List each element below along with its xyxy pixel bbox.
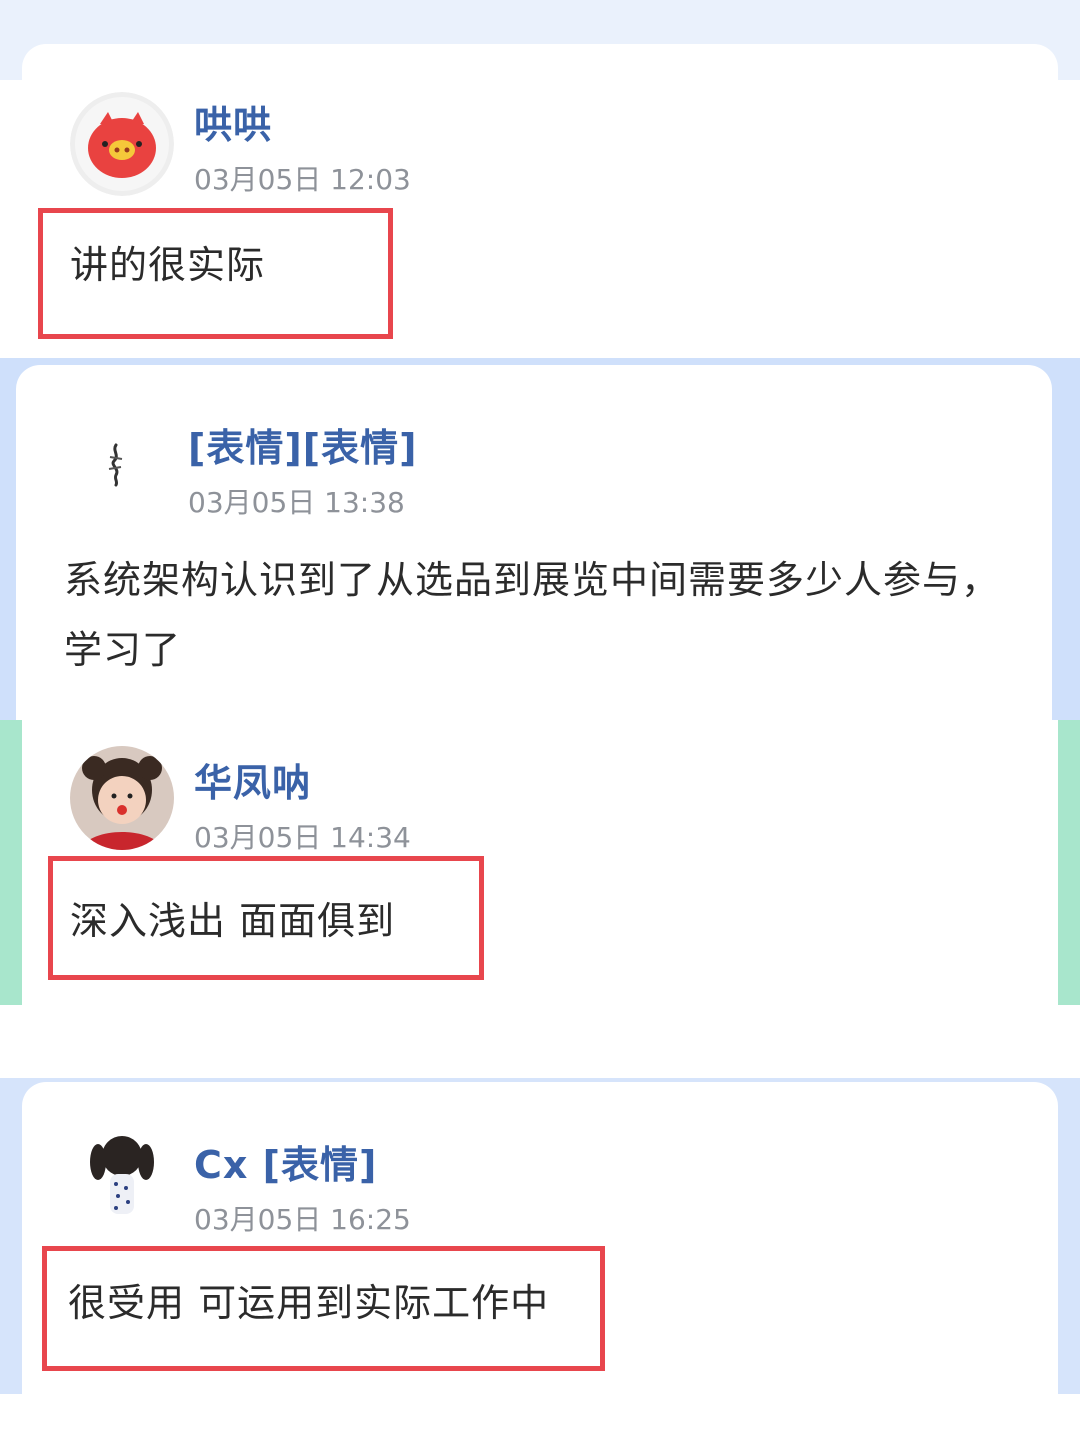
comment-card: 哄哄 03月05日 12:03 讲的很实际 [22,44,1058,358]
comment-timestamp: 03月05日 13:38 [188,486,405,519]
calligraphy-avatar-icon[interactable] [64,409,168,513]
comment-timestamp: 03月05日 14:34 [194,821,411,854]
child-photo-avatar-icon[interactable] [70,746,174,850]
red-pig-avatar-icon[interactable] [70,92,174,196]
comment-username[interactable]: 哄哄 [194,94,272,149]
comment-text: 系统架构认识到了从选品到展览中间需要多少人参与，学习了 [64,558,1001,672]
comment-card: [表情][表情] 03月05日 13:38 系统架构认识到了从选品到展览中间需要… [16,365,1052,720]
comment-username[interactable]: Cx [表情] [194,1134,377,1189]
comment-card: 华凤呐 03月05日 14:34 深入浅出 面面俱到 [22,720,1058,1005]
highlight-box [42,1246,605,1371]
comment-username[interactable]: 华凤呐 [194,752,311,807]
comment-username[interactable]: [表情][表情] [188,417,417,472]
girl-cartoon-avatar-icon[interactable] [70,1126,174,1230]
highlight-box [48,856,484,980]
comment-card: Cx [表情] 03月05日 16:25 很受用 可运用到实际工作中 [22,1082,1058,1394]
comment-timestamp: 03月05日 16:25 [194,1203,411,1236]
comment-timestamp: 03月05日 12:03 [194,163,411,196]
highlight-box [38,208,393,339]
